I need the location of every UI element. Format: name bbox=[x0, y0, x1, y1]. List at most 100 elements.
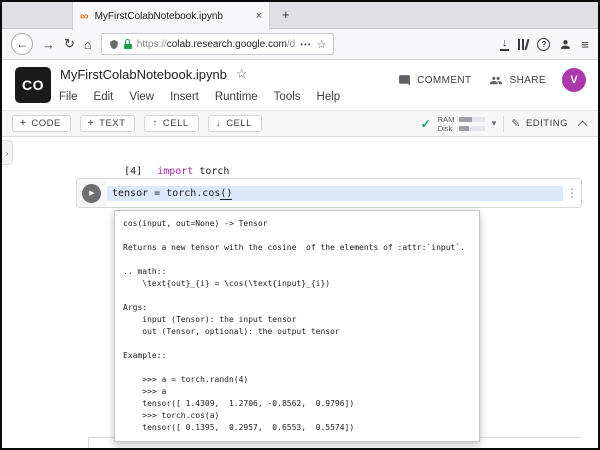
star-icon[interactable]: ☆ bbox=[236, 66, 248, 82]
add-text-button[interactable]: + TEXT bbox=[79, 115, 136, 132]
tracking-shield-icon bbox=[110, 39, 118, 49]
browser-toolbar: ← → ↻ ⌂ https://colab.research.google.co… bbox=[2, 29, 598, 60]
move-cell-up-button[interactable]: ↑ CELL bbox=[144, 115, 199, 132]
move-cell-down-button[interactable]: ↓ CELL bbox=[207, 115, 262, 132]
menu-item-insert[interactable]: Insert bbox=[170, 91, 199, 103]
disk-label: Disk bbox=[437, 123, 453, 133]
add-code-button[interactable]: + CODE bbox=[12, 115, 71, 132]
back-icon: ← bbox=[16, 37, 28, 51]
share-button[interactable]: SHARE bbox=[488, 74, 546, 87]
tooltip-line: out (Tensor, optional): the output tenso… bbox=[123, 327, 340, 336]
tooltip-line: >>> a = torch.randn(4) bbox=[123, 375, 249, 384]
code-cell-active[interactable]: ▶ tensor = torch.cos() ⋮ bbox=[76, 178, 582, 208]
notebook-title[interactable]: MyFirstColabNotebook.ipynb bbox=[60, 67, 227, 82]
tooltip-line: >>> torch.cos(a) bbox=[123, 411, 220, 420]
sidebar-expand-button[interactable]: › bbox=[2, 140, 13, 165]
arrow-down-icon: ↓ bbox=[215, 118, 222, 129]
menu-item-help[interactable]: Help bbox=[317, 91, 341, 103]
execution-count: [4] bbox=[124, 166, 143, 177]
url-path: /d bbox=[286, 38, 296, 50]
disk-row: Disk bbox=[437, 123, 485, 133]
colab-logo[interactable]: CO bbox=[15, 67, 51, 103]
tooltip-line: Example:: bbox=[123, 351, 167, 360]
tooltip-line: >>> a bbox=[123, 387, 167, 396]
tab-close-icon[interactable]: × bbox=[256, 10, 262, 22]
cell-up-label: CELL bbox=[162, 118, 189, 129]
tooltip-line: input (Tensor): the input tensor bbox=[123, 315, 297, 324]
tooltip-line bbox=[123, 254, 471, 266]
tooltip-line: .. math:: bbox=[123, 267, 167, 276]
run-cell-button[interactable]: ▶ bbox=[82, 183, 101, 203]
code-editor[interactable]: tensor = torch.cos() bbox=[107, 179, 563, 207]
resource-monitor[interactable]: RAM Disk bbox=[437, 114, 485, 133]
tooltip-line bbox=[123, 230, 471, 242]
editing-mode-button[interactable]: ✎ EDITING bbox=[511, 117, 568, 130]
browser-window: ∞ MyFirstColabNotebook.ipynb × + ← → ↻ ⌂… bbox=[0, 0, 600, 450]
docstring-tooltip: cos(input, out=None) -> Tensor Returns a… bbox=[114, 210, 480, 442]
title-row: MyFirstColabNotebook.ipynb ☆ bbox=[60, 66, 248, 82]
tooltip-line: \text{out}_{i} = \cos(\text{input}_{i}) bbox=[123, 279, 331, 288]
url-scheme: https:// bbox=[136, 38, 167, 50]
back-button[interactable]: ← bbox=[11, 33, 33, 55]
url-text: https://colab.research.google.com/d bbox=[137, 39, 295, 50]
menu-item-runtime[interactable]: Runtime bbox=[215, 91, 258, 103]
downloads-button[interactable]: ↓ bbox=[499, 37, 510, 51]
new-tab-button[interactable]: + bbox=[282, 7, 290, 22]
pencil-icon: ✎ bbox=[511, 118, 521, 130]
address-bar[interactable]: https://colab.research.google.com/d ••• … bbox=[100, 33, 335, 55]
lock-icon bbox=[123, 39, 132, 49]
avatar[interactable]: V bbox=[562, 68, 586, 92]
menu-item-edit[interactable]: Edit bbox=[94, 91, 114, 103]
tooltip-line: Returns a new tensor with the cosine of … bbox=[123, 243, 465, 252]
share-label: SHARE bbox=[509, 74, 546, 86]
ram-row: RAM bbox=[437, 114, 485, 124]
menu-item-file[interactable]: File bbox=[59, 91, 78, 103]
menu-item-view[interactable]: View bbox=[129, 91, 154, 103]
tab-bar: ∞ MyFirstColabNotebook.ipynb × + bbox=[2, 2, 598, 30]
tooltip-line bbox=[123, 362, 471, 374]
tooltip-line: Args: bbox=[123, 303, 148, 312]
url-domain: colab.research.google.com bbox=[166, 38, 287, 50]
add-code-label: CODE bbox=[31, 118, 61, 129]
comment-label: COMMENT bbox=[417, 74, 472, 86]
connected-check-icon: ✓ bbox=[420, 116, 431, 131]
play-icon: ▶ bbox=[89, 190, 95, 197]
home-button[interactable]: ⌂ bbox=[84, 37, 92, 52]
comment-icon bbox=[399, 74, 410, 86]
menu-bar: File Edit View Insert Runtime Tools Help bbox=[59, 91, 340, 103]
code-text: torch bbox=[193, 166, 230, 177]
header-actions: COMMENT SHARE V bbox=[398, 68, 586, 92]
reload-button[interactable]: ↻ bbox=[64, 36, 75, 52]
colab-header: CO MyFirstColabNotebook.ipynb ☆ COMMENT … bbox=[2, 60, 598, 110]
tooltip-line: cos(input, out=None) -> Tensor bbox=[123, 219, 268, 228]
comment-button[interactable]: COMMENT bbox=[398, 74, 471, 87]
tooltip-line: tensor([ 0.1395, 0.2957, 0.6553, 0.5574]… bbox=[123, 423, 355, 432]
tooltip-line bbox=[123, 338, 471, 350]
disk-usage-bar bbox=[458, 125, 485, 131]
share-people-icon bbox=[489, 76, 502, 84]
notebook-area: › [4] import torch ▶ tensor = torch.cos()… bbox=[2, 137, 598, 448]
menu-item-tools[interactable]: Tools bbox=[274, 91, 301, 103]
cell-down-label: CELL bbox=[226, 118, 252, 129]
help-icon: ? bbox=[541, 39, 547, 49]
menu-button[interactable]: ≡ bbox=[581, 37, 589, 52]
cell-menu-button[interactable]: ⋮ bbox=[563, 179, 581, 207]
bookmark-star-icon[interactable]: ☆ bbox=[317, 38, 327, 51]
toolbar-right: ✓ RAM Disk ▾ ✎ EDITING bbox=[420, 114, 588, 133]
library-button[interactable] bbox=[518, 38, 530, 51]
forward-button[interactable]: → bbox=[42, 37, 55, 52]
browser-tab[interactable]: ∞ MyFirstColabNotebook.ipynb × bbox=[72, 2, 270, 30]
code-text: tensor = torch.cos bbox=[112, 187, 221, 199]
ram-usage-bar bbox=[458, 116, 485, 122]
active-code-line[interactable]: tensor = torch.cos() bbox=[107, 185, 563, 201]
ram-label: RAM bbox=[437, 114, 455, 124]
help-button[interactable]: ? bbox=[537, 37, 551, 51]
tooltip-line bbox=[123, 290, 471, 302]
resources-dropdown-icon[interactable]: ▾ bbox=[492, 118, 497, 129]
code-cursor-parens: () bbox=[220, 187, 233, 200]
editing-label: EDITING bbox=[525, 118, 568, 129]
collapse-header-chevron-icon[interactable] bbox=[577, 120, 588, 130]
tab-title: MyFirstColabNotebook.ipynb bbox=[94, 10, 223, 22]
page-actions-button[interactable]: ••• bbox=[300, 40, 311, 49]
account-button[interactable] bbox=[559, 38, 572, 51]
